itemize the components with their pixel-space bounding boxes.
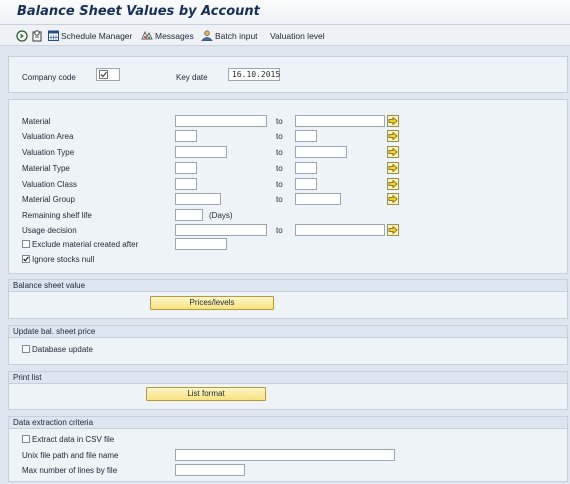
arrow-right-icon bbox=[388, 194, 398, 204]
exclude-material-label: Exclude material created after bbox=[32, 240, 139, 249]
database-update-checkbox[interactable] bbox=[22, 345, 30, 353]
remaining-shelf-life-input[interactable] bbox=[175, 209, 203, 221]
database-update-label: Database update bbox=[32, 345, 93, 354]
material-to-input[interactable] bbox=[295, 115, 385, 127]
material-type-label: Material Type bbox=[22, 164, 70, 173]
execute-icon bbox=[16, 29, 28, 42]
application-toolbar: Schedule Manager Messages Batch input Va… bbox=[0, 25, 570, 46]
valuation-area-to-input[interactable] bbox=[295, 130, 317, 142]
usage-decision-label: Usage decision bbox=[22, 226, 77, 235]
title-bar: Balance Sheet Values by Account bbox=[0, 0, 570, 25]
usage-decision-from-input[interactable] bbox=[175, 224, 267, 236]
material-type-multiple-selection-button[interactable] bbox=[387, 162, 399, 174]
data-extraction-group: Data extraction criteria Extract data in… bbox=[8, 416, 568, 482]
balance-sheet-value-group: Balance sheet value Prices/levels bbox=[8, 279, 568, 319]
valuation-area-label: Valuation Area bbox=[22, 132, 74, 141]
material-group-multiple-selection-button[interactable] bbox=[387, 193, 399, 205]
valuation-level-button[interactable]: Valuation level bbox=[270, 29, 325, 42]
batch-input-label: Batch input bbox=[215, 30, 258, 41]
extract-csv-label: Extract data in CSV file bbox=[32, 435, 115, 444]
valuation-type-label: Valuation Type bbox=[22, 148, 75, 157]
extract-csv-checkbox[interactable] bbox=[22, 435, 30, 443]
material-type-to-label: to bbox=[276, 164, 283, 173]
arrow-right-icon bbox=[388, 225, 398, 235]
list-format-button[interactable]: List format bbox=[146, 387, 266, 401]
company-code-field[interactable] bbox=[96, 68, 120, 81]
selection-block: Material to Valuation Area to Valuation … bbox=[8, 99, 568, 274]
save-variant-button[interactable] bbox=[31, 29, 43, 42]
material-type-to-input[interactable] bbox=[295, 162, 317, 174]
valuation-class-from-input[interactable] bbox=[175, 178, 197, 190]
exclude-material-checkbox[interactable] bbox=[22, 240, 30, 248]
print-list-title: Print list bbox=[9, 372, 567, 384]
messages-label: Messages bbox=[155, 30, 194, 41]
schedule-manager-label: Schedule Manager bbox=[61, 30, 133, 41]
arrow-right-icon bbox=[388, 116, 398, 126]
ignore-stocks-null-checkbox[interactable] bbox=[22, 255, 30, 263]
material-multiple-selection-button[interactable] bbox=[387, 115, 399, 127]
valuation-area-multiple-selection-button[interactable] bbox=[387, 130, 399, 142]
material-group-label: Material Group bbox=[22, 195, 75, 204]
update-price-group: Update bal. sheet price Database update bbox=[8, 325, 568, 365]
valuation-level-label: Valuation level bbox=[270, 30, 325, 41]
unix-file-path-input[interactable] bbox=[175, 449, 395, 461]
valuation-class-to-label: to bbox=[276, 180, 283, 189]
calendar-icon bbox=[48, 30, 59, 41]
execute-button[interactable] bbox=[16, 29, 28, 42]
exclude-material-date-input[interactable] bbox=[175, 238, 227, 250]
header-block: Company code Key date 16.10.2015 bbox=[8, 56, 568, 93]
remaining-shelf-life-label: Remaining shelf life bbox=[22, 211, 92, 220]
print-list-group: Print list List format bbox=[8, 371, 568, 410]
material-to-label: to bbox=[276, 117, 283, 126]
key-date-label: Key date bbox=[176, 73, 208, 82]
valuation-type-from-input[interactable] bbox=[175, 146, 227, 158]
material-group-from-input[interactable] bbox=[175, 193, 221, 205]
valuation-area-to-label: to bbox=[276, 132, 283, 141]
checkmark-icon bbox=[99, 70, 108, 79]
key-date-field[interactable]: 16.10.2015 bbox=[228, 68, 280, 81]
valuation-class-to-input[interactable] bbox=[295, 178, 317, 190]
material-group-to-label: to bbox=[276, 195, 283, 204]
schedule-manager-button[interactable]: Schedule Manager bbox=[48, 29, 132, 42]
page-title: Balance Sheet Values by Account bbox=[17, 4, 260, 19]
material-from-input[interactable] bbox=[175, 115, 267, 127]
user-icon bbox=[201, 30, 213, 41]
material-group-to-input[interactable] bbox=[295, 193, 341, 205]
valuation-class-label: Valuation Class bbox=[22, 180, 77, 189]
valuation-type-to-input[interactable] bbox=[295, 146, 347, 158]
arrow-right-icon bbox=[388, 147, 398, 157]
valuation-type-to-label: to bbox=[276, 148, 283, 157]
usage-decision-to-input[interactable] bbox=[295, 224, 385, 236]
company-code-label: Company code bbox=[22, 73, 76, 82]
arrow-right-icon bbox=[388, 131, 398, 141]
ignore-stocks-null-label: Ignore stocks null bbox=[32, 255, 95, 264]
unix-file-path-label: Unix file path and file name bbox=[22, 451, 119, 460]
max-lines-label: Max number of lines by file bbox=[22, 466, 118, 475]
valuation-area-from-input[interactable] bbox=[175, 130, 197, 142]
valuation-class-multiple-selection-button[interactable] bbox=[387, 178, 399, 190]
material-label: Material bbox=[22, 117, 51, 126]
checkmark-icon bbox=[23, 256, 29, 262]
balance-sheet-value-title: Balance sheet value bbox=[9, 280, 567, 292]
arrow-right-icon bbox=[388, 179, 398, 189]
data-extraction-title: Data extraction criteria bbox=[9, 417, 567, 429]
prices-levels-button[interactable]: Prices/levels bbox=[150, 296, 274, 310]
usage-decision-multiple-selection-button[interactable] bbox=[387, 224, 399, 236]
batch-input-button[interactable]: Batch input bbox=[201, 29, 258, 42]
messages-button[interactable]: Messages bbox=[141, 29, 194, 42]
days-label: (Days) bbox=[209, 211, 233, 220]
usage-decision-to-label: to bbox=[276, 226, 283, 235]
arrow-right-icon bbox=[388, 163, 398, 173]
variant-icon bbox=[32, 29, 42, 41]
messages-icon bbox=[141, 30, 153, 40]
valuation-type-multiple-selection-button[interactable] bbox=[387, 146, 399, 158]
update-price-title: Update bal. sheet price bbox=[9, 326, 567, 338]
max-lines-input[interactable] bbox=[175, 464, 245, 476]
material-type-from-input[interactable] bbox=[175, 162, 197, 174]
